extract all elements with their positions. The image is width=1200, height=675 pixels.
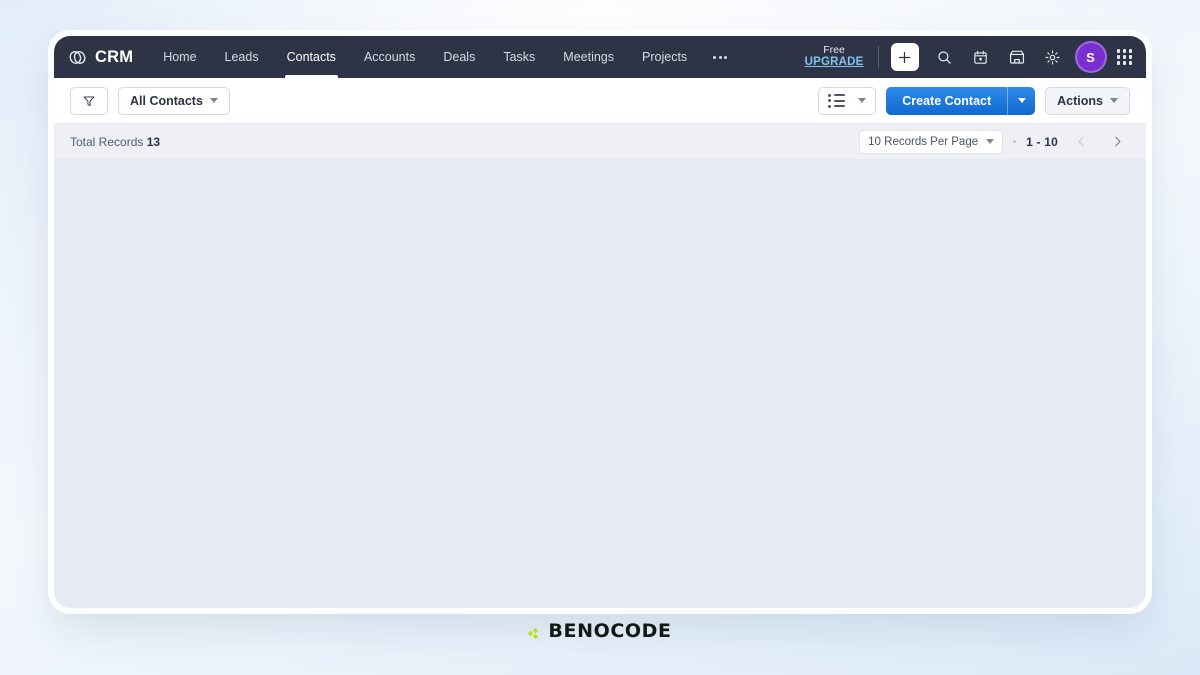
chevron-down-icon xyxy=(209,98,218,103)
create-contact-button[interactable]: Create Contact xyxy=(886,86,1008,115)
upgrade-label: UPGRADE xyxy=(804,56,864,69)
pagination-separator xyxy=(1013,140,1017,143)
create-contact-dropdown-button[interactable] xyxy=(1007,86,1036,115)
next-page-button[interactable] xyxy=(1104,129,1130,155)
total-records: Total Records 13 xyxy=(70,135,160,149)
records-per-page-label: 10 Records Per Page xyxy=(868,135,979,148)
chevron-down-icon xyxy=(986,139,995,144)
apps-grid-icon[interactable] xyxy=(1116,49,1132,65)
pagination: 10 Records Per Page 1 - 10 xyxy=(859,129,1130,155)
nav-item-accounts[interactable]: Accounts xyxy=(350,36,429,78)
search-icon xyxy=(938,50,951,64)
calendar-button[interactable] xyxy=(965,41,997,73)
navbar-actions: Free UPGRADE S xyxy=(793,36,1146,78)
brand-name: CRM xyxy=(95,47,134,66)
view-selector-label: All Contacts xyxy=(130,93,203,108)
records-per-page-selector[interactable]: 10 Records Per Page xyxy=(859,129,1004,154)
nav-item-projects[interactable]: Projects xyxy=(628,36,701,78)
brand[interactable]: CRM xyxy=(54,36,149,78)
chevron-down-icon xyxy=(1017,98,1026,103)
app-window: CRM Home Leads Contacts Accounts Deals T… xyxy=(54,36,1146,608)
nav-item-meetings[interactable]: Meetings xyxy=(549,36,628,78)
view-selector[interactable]: All Contacts xyxy=(118,86,230,115)
records-list-area xyxy=(54,159,1146,608)
settings-button[interactable] xyxy=(1037,41,1069,73)
chevron-left-icon xyxy=(1078,136,1084,147)
calendar-icon xyxy=(974,50,987,64)
nav-more-button[interactable] xyxy=(701,36,739,78)
toolbar-right: Create Contact Actions xyxy=(818,86,1130,115)
toolbar: All Contacts Create Contact Actions xyxy=(54,78,1146,124)
filter-icon xyxy=(83,95,95,106)
plus-icon xyxy=(898,51,911,63)
filter-button[interactable] xyxy=(70,86,108,115)
marketplace-icon xyxy=(1009,50,1024,64)
ellipsis-icon xyxy=(713,55,728,59)
chevron-down-icon xyxy=(858,98,867,103)
nav-item-leads[interactable]: Leads xyxy=(211,36,273,78)
add-button[interactable] xyxy=(890,43,919,71)
plan-label: Free xyxy=(823,44,845,57)
total-records-count: 13 xyxy=(146,134,161,149)
nav-items: Home Leads Contacts Accounts Deals Tasks… xyxy=(149,36,739,78)
records-bar: Total Records 13 10 Records Per Page 1 -… xyxy=(54,124,1146,159)
benocode-dots-icon xyxy=(528,627,539,640)
nav-item-home[interactable]: Home xyxy=(149,36,210,78)
list-view-icon xyxy=(828,93,846,108)
nav-item-deals[interactable]: Deals xyxy=(429,36,489,78)
avatar[interactable]: S xyxy=(1076,43,1105,71)
chevron-down-icon xyxy=(1110,98,1118,103)
top-navbar: CRM Home Leads Contacts Accounts Deals T… xyxy=(54,36,1146,78)
search-button[interactable] xyxy=(929,41,961,73)
interlocked-rings-icon xyxy=(68,48,87,67)
navbar-divider xyxy=(877,46,879,68)
upgrade-link[interactable]: Free UPGRADE xyxy=(793,44,876,69)
marketplace-button[interactable] xyxy=(1001,41,1033,73)
benocode-wordmark: BENOCODE xyxy=(548,620,672,642)
view-mode-button[interactable] xyxy=(818,86,877,115)
previous-page-button[interactable] xyxy=(1068,129,1094,155)
toolbar-left: All Contacts xyxy=(70,86,230,115)
create-contact-group: Create Contact xyxy=(886,86,1036,115)
nav-item-tasks[interactable]: Tasks xyxy=(489,36,549,78)
nav-item-contacts[interactable]: Contacts xyxy=(273,36,350,78)
actions-button[interactable]: Actions xyxy=(1045,86,1130,115)
total-records-label: Total Records xyxy=(70,134,144,149)
footer-logo: BENOCODE xyxy=(0,620,1200,642)
actions-label: Actions xyxy=(1057,93,1103,108)
page-range-label: 1 - 10 xyxy=(1026,134,1058,149)
chevron-right-icon xyxy=(1114,136,1120,147)
gear-icon xyxy=(1045,49,1060,65)
